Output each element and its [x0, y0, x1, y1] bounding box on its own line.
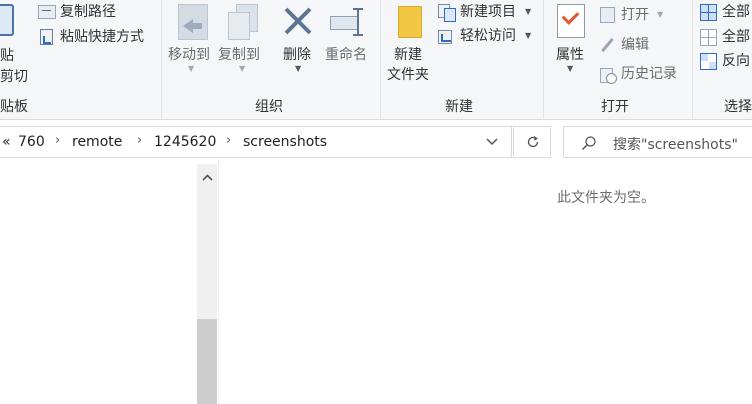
- new-item-button[interactable]: 新建项目 ▼: [438, 3, 536, 23]
- properties-label: 属性: [556, 47, 584, 63]
- open-label: 打开: [621, 7, 649, 23]
- new-item-label: 新建项目: [460, 4, 516, 20]
- paste-shortcut-icon: [40, 29, 53, 45]
- open-group-label: 打开: [601, 99, 629, 115]
- rename-label: 重命名: [325, 47, 367, 63]
- group-separator: [692, 0, 693, 119]
- new-folder-button[interactable]: 新建 文件夹: [384, 0, 436, 88]
- breadcrumb-segment[interactable]: 760: [18, 134, 45, 150]
- select-none-label: 全部: [722, 29, 750, 45]
- copy-path-icon: [38, 5, 56, 19]
- paste-shortcut-button[interactable]: 粘贴快捷方式: [38, 28, 158, 48]
- search-box[interactable]: 搜索"screenshots": [563, 126, 752, 158]
- paste-shortcut-label: 粘贴快捷方式: [60, 29, 144, 45]
- edit-button[interactable]: 编辑: [600, 36, 670, 56]
- select-group-label: 选择: [724, 99, 752, 115]
- search-icon: [581, 136, 596, 151]
- open-button[interactable]: 打开 ▼: [600, 6, 670, 26]
- copy-to-label: 复制到: [218, 47, 260, 63]
- properties-button[interactable]: 属性 ▼: [549, 0, 593, 80]
- move-to-dropdown-icon: ▼: [188, 64, 195, 73]
- select-none-button[interactable]: 全部: [700, 28, 752, 48]
- scrollbar-thumb[interactable]: [197, 319, 217, 404]
- copy-to-icon: [228, 4, 258, 40]
- chevron-right-icon[interactable]: ›: [55, 133, 60, 148]
- copy-to-dropdown-icon: ▼: [239, 64, 246, 73]
- move-to-icon: [178, 4, 208, 40]
- history-label: 历史记录: [621, 66, 677, 82]
- rename-button[interactable]: 重命名: [323, 0, 373, 80]
- select-none-icon: [700, 29, 717, 46]
- group-separator: [543, 0, 544, 119]
- easy-access-icon: [438, 28, 454, 44]
- paste-icon: [0, 4, 14, 36]
- address-bar[interactable]: « 760 › remote › 1245620 › screenshots: [0, 126, 512, 158]
- new-folder-label-line1: 新建: [394, 47, 422, 63]
- new-folder-label-line2: 文件夹: [387, 67, 429, 83]
- new-group-label: 新建: [445, 99, 473, 115]
- refresh-icon: [527, 136, 539, 148]
- rename-icon: [330, 8, 366, 36]
- properties-icon: [557, 4, 585, 38]
- breadcrumb-segment[interactable]: remote: [72, 134, 122, 150]
- history-icon: [600, 66, 617, 84]
- clipboard-group-label: 贴板: [0, 99, 28, 115]
- select-all-icon: [700, 4, 717, 21]
- organize-group-label: 组织: [255, 99, 283, 115]
- chevron-right-icon[interactable]: ›: [137, 133, 142, 148]
- file-list-area[interactable]: [219, 160, 752, 404]
- new-folder-icon: [398, 6, 422, 38]
- move-to-button[interactable]: 移动到 ▼: [165, 0, 215, 80]
- breadcrumb-segment[interactable]: 1245620: [154, 134, 216, 150]
- scroll-up-arrow-icon[interactable]: [202, 174, 213, 181]
- copy-path-button[interactable]: 复制路径: [38, 3, 138, 23]
- new-item-icon: [438, 4, 456, 22]
- address-overflow-button[interactable]: «: [2, 134, 11, 150]
- chevron-down-icon[interactable]: [486, 138, 498, 146]
- navigation-scrollbar[interactable]: [197, 164, 217, 404]
- chevron-right-icon[interactable]: ›: [226, 133, 231, 148]
- breadcrumb-segment[interactable]: screenshots: [243, 134, 327, 150]
- search-input[interactable]: 搜索"screenshots": [613, 134, 738, 154]
- easy-access-button[interactable]: 轻松访问 ▼: [438, 27, 536, 47]
- paste-label: 贴: [0, 48, 14, 64]
- delete-icon: [283, 6, 313, 36]
- invert-selection-button[interactable]: 反向: [700, 52, 752, 72]
- invert-selection-label: 反向: [722, 53, 750, 69]
- properties-dropdown-icon: ▼: [567, 64, 574, 73]
- navigation-pane[interactable]: [0, 160, 218, 404]
- invert-selection-icon: [700, 53, 717, 70]
- cut-button[interactable]: 剪切: [0, 67, 36, 87]
- edit-label: 编辑: [621, 37, 649, 53]
- delete-label: 删除: [283, 47, 311, 63]
- delete-dropdown-icon: ▼: [295, 64, 302, 73]
- easy-access-label: 轻松访问: [460, 28, 516, 44]
- empty-folder-message: 此文件夹为空。: [557, 190, 655, 206]
- ribbon: 贴 剪切 复制路径 粘贴快捷方式 贴板 移动到 ▼ 复制到 ▼ 删除 ▼ 重命名…: [0, 0, 752, 120]
- select-all-button[interactable]: 全部: [700, 3, 752, 23]
- select-all-label: 全部: [722, 4, 750, 20]
- move-to-label: 移动到: [168, 47, 210, 63]
- copy-path-label: 复制路径: [60, 4, 116, 20]
- refresh-button[interactable]: [513, 126, 551, 158]
- new-item-dropdown-icon: ▼: [525, 7, 532, 16]
- edit-icon: [600, 37, 616, 53]
- open-dropdown-icon: ▼: [657, 10, 664, 19]
- history-button[interactable]: 历史记录: [600, 65, 690, 85]
- easy-access-dropdown-icon: ▼: [525, 31, 532, 40]
- delete-button[interactable]: 删除 ▼: [279, 0, 317, 80]
- group-separator: [380, 0, 381, 119]
- group-separator: [161, 0, 162, 119]
- copy-to-button[interactable]: 复制到 ▼: [217, 0, 269, 80]
- cut-label: 剪切: [0, 69, 28, 85]
- open-icon: [600, 7, 615, 23]
